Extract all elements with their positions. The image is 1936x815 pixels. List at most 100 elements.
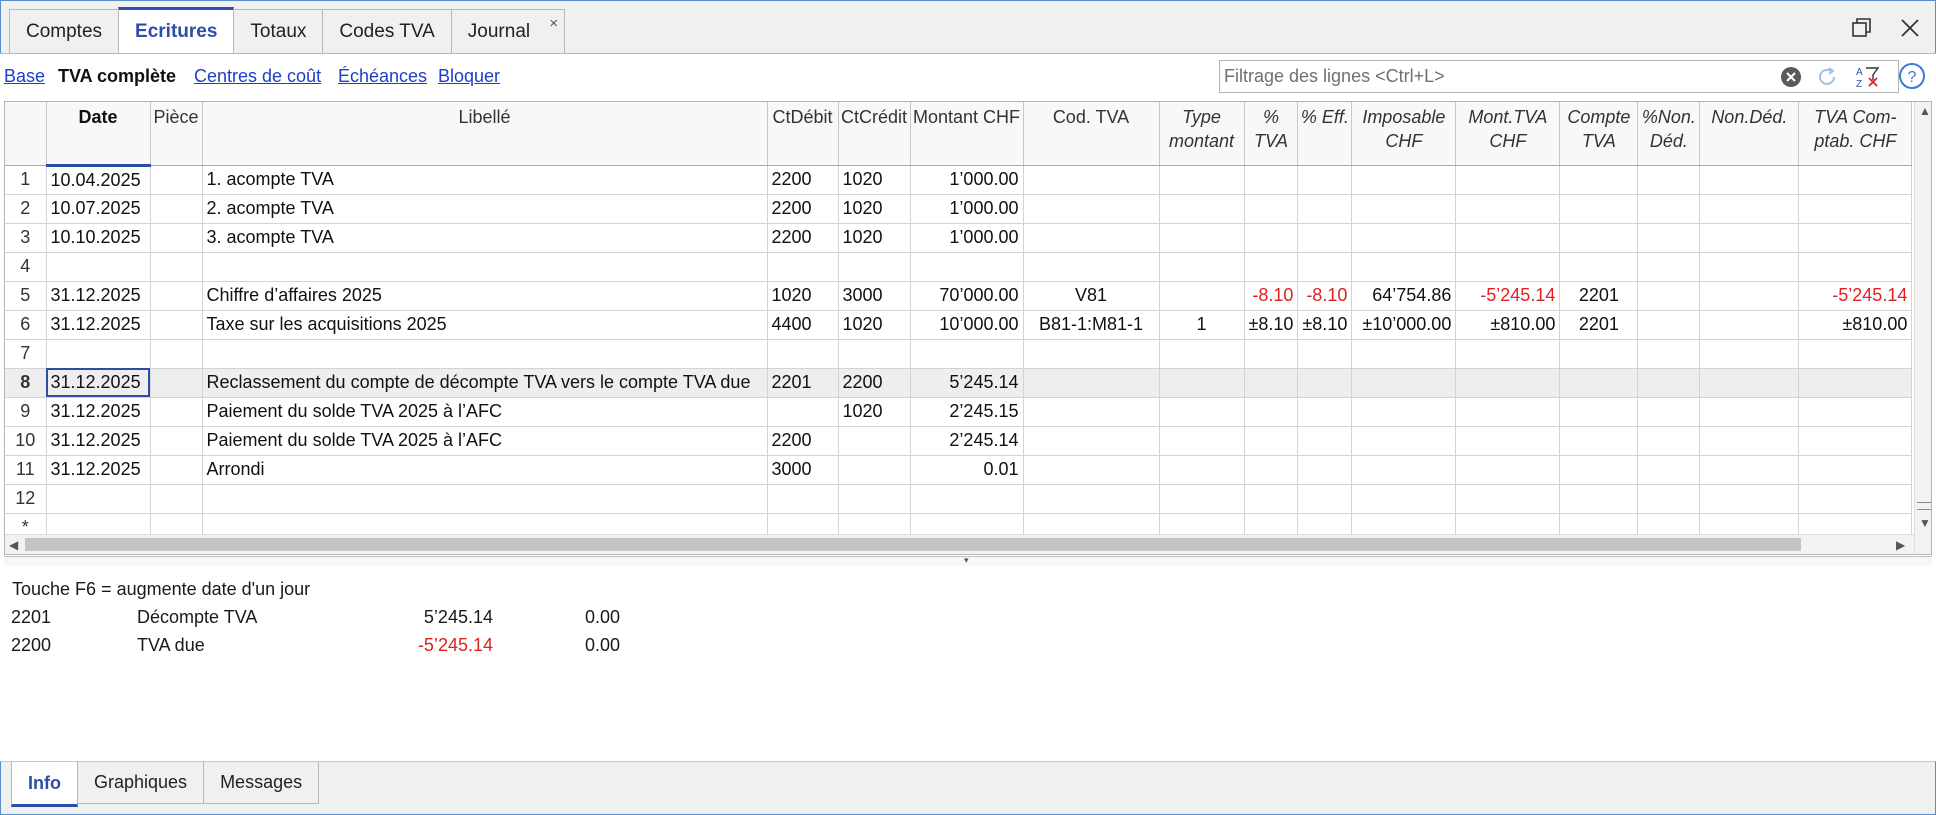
table-row[interactable]: 8 31.12.2025 Reclassement du compte de déc… — [5, 368, 1913, 398]
cell-mont-tva[interactable] — [1455, 194, 1561, 224]
cell-imposable[interactable]: ±10’000.00 — [1351, 310, 1457, 340]
cell-libelle[interactable] — [202, 252, 768, 282]
table-row[interactable]: 5 31.12.2025 Chiffre d’affaires 2025 1020 30… — [5, 281, 1913, 311]
cell-non-ded[interactable] — [1699, 310, 1800, 340]
splitter-handle-icon[interactable]: ▾ — [964, 555, 969, 566]
scroll-down-icon[interactable]: ▼ — [1919, 516, 1931, 530]
row-number[interactable]: 1 — [5, 165, 47, 195]
cell-ctdebit[interactable]: 4400 — [767, 310, 839, 340]
cell-cod-tva[interactable] — [1023, 165, 1160, 195]
view-centres-de-cout[interactable]: Centres de coût — [194, 66, 321, 87]
cell-cod-tva[interactable] — [1023, 194, 1160, 224]
cell-date[interactable]: 31.12.2025 — [46, 455, 151, 485]
cell-pct-tva[interactable] — [1244, 368, 1299, 398]
cell-non-ded[interactable] — [1699, 397, 1800, 427]
cell-piece[interactable] — [150, 426, 203, 456]
cell-pct-tva[interactable] — [1244, 397, 1299, 427]
cell-tva-comptab[interactable] — [1798, 194, 1913, 224]
column-header-mont-tva[interactable]: Mont.TVA CHF — [1455, 102, 1561, 166]
cell-type-montant[interactable] — [1159, 339, 1245, 369]
cell-pct-non-ded[interactable] — [1637, 194, 1701, 224]
cell-date[interactable]: 31.12.2025 — [46, 397, 151, 427]
cell-mont-tva[interactable] — [1455, 223, 1561, 253]
cell-cod-tva[interactable]: V81 — [1023, 281, 1160, 311]
cell-compte-tva[interactable] — [1559, 397, 1639, 427]
table-row[interactable]: 4 — [5, 252, 1913, 282]
cell-ctcredit[interactable]: 1020 — [838, 310, 911, 340]
cell-ctcredit[interactable] — [838, 484, 911, 514]
row-number[interactable]: 12 — [5, 484, 47, 514]
cell-compte-tva[interactable] — [1559, 368, 1639, 398]
cell-pct-non-ded[interactable] — [1637, 252, 1701, 282]
column-header-non-ded[interactable]: Non.Déd. — [1699, 102, 1800, 166]
cell-compte-tva[interactable] — [1559, 223, 1639, 253]
row-number[interactable]: 11 — [5, 455, 47, 485]
cell-date[interactable]: 10.10.2025 — [46, 223, 151, 253]
cell-ctdebit[interactable]: 2200 — [767, 223, 839, 253]
cell-compte-tva[interactable] — [1559, 339, 1639, 369]
help-button[interactable]: ? — [1897, 61, 1927, 91]
cell-ctdebit[interactable] — [767, 397, 839, 427]
tab-graphiques[interactable]: Graphiques — [77, 762, 205, 804]
table-row[interactable]: 9 31.12.2025 Paiement du solde TVA 2025 à … — [5, 397, 1913, 427]
cell-pct-non-ded[interactable] — [1637, 223, 1701, 253]
cell-pct-non-ded[interactable] — [1637, 455, 1701, 485]
cell-date[interactable] — [46, 252, 151, 282]
cell-pct-eff[interactable] — [1297, 252, 1353, 282]
clear-filter-button[interactable] — [1778, 65, 1804, 89]
row-number[interactable]: 2 — [5, 194, 47, 224]
cell-pct-eff[interactable] — [1297, 455, 1353, 485]
cell-pct-eff[interactable]: -8.10 — [1297, 281, 1353, 311]
table-row[interactable]: 12 — [5, 484, 1913, 514]
cell-montant[interactable]: 1’000.00 — [910, 165, 1024, 195]
cell-pct-tva[interactable] — [1244, 223, 1299, 253]
cell-pct-eff[interactable] — [1297, 165, 1353, 195]
cell-pct-eff[interactable] — [1297, 426, 1353, 456]
cell-cod-tva[interactable] — [1023, 339, 1160, 369]
cell-imposable[interactable] — [1351, 339, 1457, 369]
cell-pct-eff[interactable] — [1297, 339, 1353, 369]
column-header-cod-tva[interactable]: Cod. TVA — [1023, 102, 1160, 166]
cell-non-ded[interactable] — [1699, 455, 1800, 485]
cell-ctcredit[interactable]: 1020 — [838, 194, 911, 224]
column-header-pct-eff[interactable]: % Eff. — [1297, 102, 1353, 166]
scroll-up-icon[interactable]: ▲ — [1919, 104, 1931, 118]
column-header-piece[interactable]: Pièce — [150, 102, 203, 166]
cell-pct-eff[interactable] — [1297, 484, 1353, 514]
table-row[interactable]: 7 — [5, 339, 1913, 369]
cell-date[interactable]: 31.12.2025 — [46, 426, 151, 456]
vertical-scrollbar[interactable]: ▲ ▼ — [1914, 102, 1931, 554]
cell-non-ded[interactable] — [1699, 281, 1800, 311]
cell-imposable[interactable] — [1351, 252, 1457, 282]
cell-montant[interactable] — [910, 484, 1024, 514]
cell-pct-non-ded[interactable] — [1637, 165, 1701, 195]
table-row[interactable]: 6 31.12.2025 Taxe sur les acquisitions 202… — [5, 310, 1913, 340]
cell-compte-tva[interactable] — [1559, 484, 1639, 514]
cell-montant[interactable]: 10’000.00 — [910, 310, 1024, 340]
cell-type-montant[interactable] — [1159, 484, 1245, 514]
row-number[interactable]: 7 — [5, 339, 47, 369]
cell-tva-comptab[interactable] — [1798, 223, 1913, 253]
column-header-ctcredit[interactable]: CtCrédit — [838, 102, 911, 166]
cell-libelle[interactable]: Reclassement du compte de décompte TVA v… — [202, 368, 768, 398]
cell-pct-tva[interactable] — [1244, 426, 1299, 456]
cell-imposable[interactable] — [1351, 397, 1457, 427]
scroll-thumb[interactable] — [25, 538, 1801, 551]
column-header-date[interactable]: Date — [46, 102, 151, 167]
cell-ctdebit[interactable]: 3000 — [767, 455, 839, 485]
cell-piece[interactable] — [150, 165, 203, 195]
cell-cod-tva[interactable] — [1023, 368, 1160, 398]
cell-libelle[interactable]: 3. acompte TVA — [202, 223, 768, 253]
cell-montant[interactable]: 0.01 — [910, 455, 1024, 485]
cell-ctdebit[interactable]: 2200 — [767, 426, 839, 456]
row-number[interactable]: 3 — [5, 223, 47, 253]
cell-type-montant[interactable] — [1159, 194, 1245, 224]
cell-tva-comptab[interactable] — [1798, 252, 1913, 282]
cell-pct-tva[interactable] — [1244, 339, 1299, 369]
column-header-compte-tva[interactable]: Compte TVA — [1559, 102, 1639, 166]
cell-tva-comptab[interactable] — [1798, 426, 1913, 456]
cell-piece[interactable] — [150, 194, 203, 224]
cell-non-ded[interactable] — [1699, 339, 1800, 369]
column-header-tva-comptab[interactable]: TVA Com-ptab. CHF — [1798, 102, 1913, 166]
cell-libelle[interactable]: 2. acompte TVA — [202, 194, 768, 224]
